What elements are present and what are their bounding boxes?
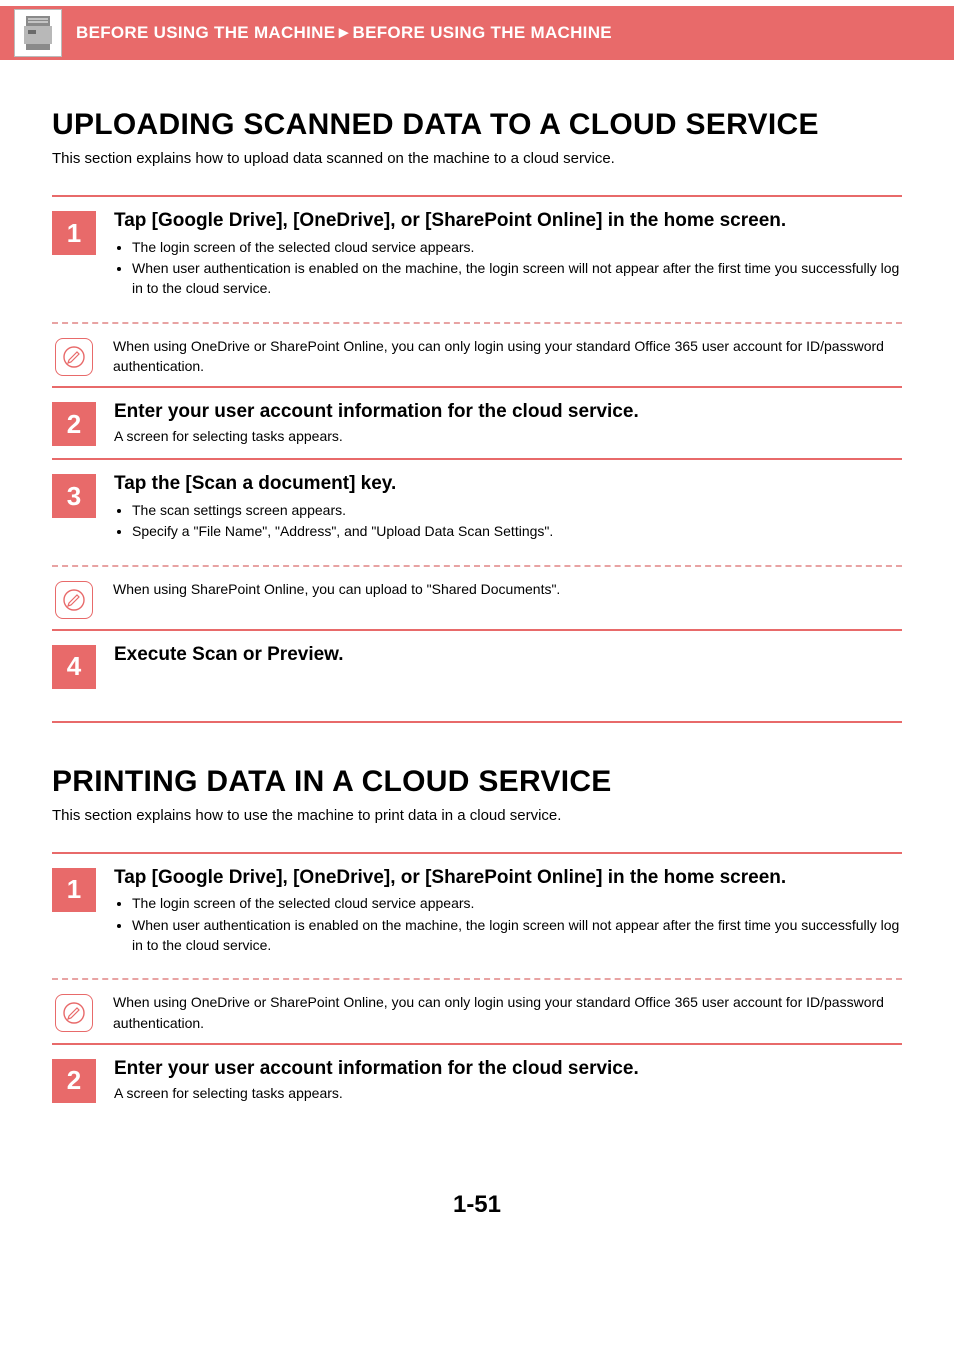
step-number-badge: 2 xyxy=(52,402,96,446)
step-block: 1 Tap [Google Drive], [OneDrive], or [Sh… xyxy=(52,852,902,969)
step-block: 3 Tap the [Scan a document] key. The sca… xyxy=(52,458,902,554)
note-text: When using SharePoint Online, you can up… xyxy=(93,579,902,599)
step-heading: Enter your user account information for … xyxy=(114,400,902,424)
step-number-badge: 1 xyxy=(52,868,96,912)
note-row: When using OneDrive or SharePoint Online… xyxy=(52,336,902,387)
breadcrumb-right: BEFORE USING THE MACHINE xyxy=(353,23,612,42)
step-bullet: The scan settings screen appears. xyxy=(132,500,902,520)
step-block: 1 Tap [Google Drive], [OneDrive], or [Sh… xyxy=(52,195,902,312)
step-bullet: The login screen of the selected cloud s… xyxy=(132,893,902,913)
dashed-separator xyxy=(52,978,902,980)
header-bar: BEFORE USING THE MACHINE►BEFORE USING TH… xyxy=(0,6,954,60)
pencil-note-icon xyxy=(55,581,93,619)
step-heading: Execute Scan or Preview. xyxy=(114,643,902,667)
step-block: 4 Execute Scan or Preview. xyxy=(52,629,902,717)
section1-title: UPLOADING SCANNED DATA TO A CLOUD SERVIC… xyxy=(52,108,902,142)
breadcrumb-left: BEFORE USING THE MACHINE xyxy=(76,23,335,42)
dashed-separator xyxy=(52,565,902,567)
note-text: When using OneDrive or SharePoint Online… xyxy=(93,336,902,377)
breadcrumb-sep: ► xyxy=(335,23,352,42)
step-heading: Tap the [Scan a document] key. xyxy=(114,472,902,496)
section-end-rule xyxy=(52,721,902,723)
dashed-separator xyxy=(52,322,902,324)
breadcrumb: BEFORE USING THE MACHINE►BEFORE USING TH… xyxy=(76,23,612,43)
section2-title: PRINTING DATA IN A CLOUD SERVICE xyxy=(52,765,902,799)
step-number-badge: 3 xyxy=(52,474,96,518)
printer-icon xyxy=(14,9,62,57)
step-bullet: When user authentication is enabled on t… xyxy=(132,915,902,956)
step-heading: Tap [Google Drive], [OneDrive], or [Shar… xyxy=(114,866,902,890)
step-number-badge: 1 xyxy=(52,211,96,255)
step-heading: Enter your user account information for … xyxy=(114,1057,902,1081)
section1-intro: This section explains how to upload data… xyxy=(52,150,902,167)
note-row: When using OneDrive or SharePoint Online… xyxy=(52,992,902,1043)
step-plain-text: A screen for selecting tasks appears. xyxy=(114,428,902,444)
step-bullet: When user authentication is enabled on t… xyxy=(132,258,902,299)
step-number-badge: 2 xyxy=(52,1059,96,1103)
note-text: When using OneDrive or SharePoint Online… xyxy=(93,992,902,1033)
step-block: 2 Enter your user account information fo… xyxy=(52,1043,902,1121)
step-bullet: The login screen of the selected cloud s… xyxy=(132,237,902,257)
note-row: When using SharePoint Online, you can up… xyxy=(52,579,902,629)
pencil-note-icon xyxy=(55,338,93,376)
step-plain-text: A screen for selecting tasks appears. xyxy=(114,1085,902,1101)
step-number-badge: 4 xyxy=(52,645,96,689)
page-number: 1-51 xyxy=(0,1191,954,1259)
step-bullet: Specify a "File Name", "Address", and "U… xyxy=(132,521,902,541)
pencil-note-icon xyxy=(55,994,93,1032)
step-block: 2 Enter your user account information fo… xyxy=(52,386,902,458)
section2-intro: This section explains how to use the mac… xyxy=(52,807,902,824)
step-heading: Tap [Google Drive], [OneDrive], or [Shar… xyxy=(114,209,902,233)
